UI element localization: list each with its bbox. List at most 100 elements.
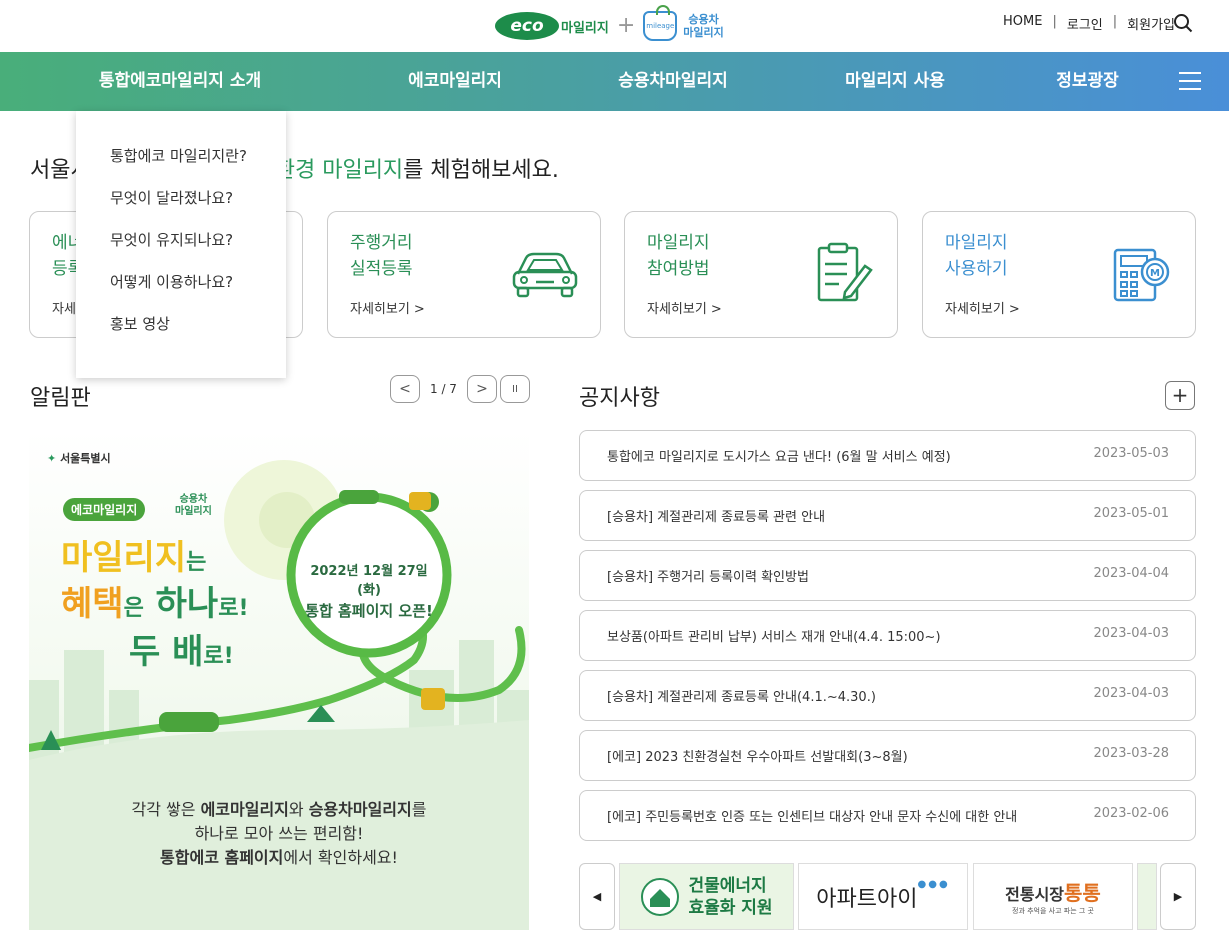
pause-button[interactable]: II: [499, 375, 530, 403]
dropdown-item-promo-video[interactable]: 홍보 영상: [76, 313, 286, 355]
card-title: 주행거리 실적등록: [350, 233, 413, 279]
partner-apartment-i[interactable]: 아파트아이 ●●●: [798, 863, 968, 930]
search-icon[interactable]: [1173, 13, 1193, 33]
notice-date: 2023-04-03: [1093, 626, 1169, 641]
dropdown-item-how-to-use[interactable]: 어떻게 이용하나요?: [76, 271, 286, 313]
notice-title-text: 통합에코 마일리지로 도시가스 요금 낸다! (6월 말 서비스 예정): [607, 450, 951, 465]
slogan-mileage: 마일리지: [61, 538, 187, 578]
notice-title-text: 보상품(아파트 관리비 납부) 서비스 재개 안내(4.4. 15:00~): [607, 630, 941, 645]
banner-car-logo-line1: 승용차: [179, 494, 208, 505]
top-bar: eco 마일리지 + mileage 승용차 마일리지 HOME | 로그인 |…: [0, 0, 1229, 52]
notice-title-text: [승용차] 주행거리 등록이력 확인방법: [607, 570, 809, 585]
page-indicator: 1 / 7: [430, 382, 457, 396]
card-more-link[interactable]: 자세히보기 >: [350, 298, 425, 317]
logo-plus: +: [616, 13, 636, 38]
notice-row[interactable]: [승용차] 주행거리 등록이력 확인방법 2023-04-04: [579, 550, 1196, 601]
home-link[interactable]: HOME: [1003, 14, 1042, 33]
headline-green: 환경 마일리지: [274, 158, 404, 183]
eco-logo-mark: eco: [495, 12, 559, 40]
dropdown-item-maintained[interactable]: 무엇이 유지되나요?: [76, 229, 286, 271]
banner-car-logo: 승용차 마일리지: [175, 494, 212, 518]
notice-title-text: [에코] 2023 친환경실천 우수아파트 선발대회(3~8월): [607, 750, 908, 765]
notice-date: 2023-03-28: [1093, 746, 1169, 761]
banner-open: 통합 홈페이지 오픈!: [305, 602, 433, 620]
bottom-text: 에서 확인하세요!: [283, 848, 398, 867]
dots-icon: ●●●: [917, 879, 950, 890]
slogan-double: 두 배: [129, 632, 204, 672]
link-separator: |: [1052, 14, 1057, 29]
card-title: 마일리지 사용하기: [945, 233, 1008, 279]
nav-item-car-mileage[interactable]: 승용차마일리지: [598, 52, 748, 111]
banner-slogan-line3: 두 배로!: [129, 632, 234, 677]
notice-more-button[interactable]: +: [1165, 381, 1195, 410]
carousel-prev-button[interactable]: ◀: [579, 863, 615, 930]
notice-title-text: [승용차] 계절관리제 종료등록 안내(4.1.~4.30.): [607, 690, 876, 705]
nav-item-eco-mileage[interactable]: 에코마일리지: [380, 52, 530, 111]
notice-row[interactable]: [승용차] 계절관리제 종료등록 관련 안내 2023-05-01: [579, 490, 1196, 541]
slogan-particle: 로!: [218, 596, 249, 621]
bag-label: mileage: [646, 22, 675, 30]
nav-item-intro[interactable]: 통합에코마일리지 소개: [80, 52, 280, 111]
card-more-link[interactable]: 자세히보기 >: [647, 298, 722, 317]
site-logo[interactable]: eco 마일리지 + mileage 승용차 마일리지: [495, 5, 724, 46]
signup-link[interactable]: 회원가입: [1127, 14, 1175, 33]
banner-bottom-text: 각각 쌓은 에코마일리지와 승용차마일리지를 하나로 모아 쓰는 편리함! 통합…: [29, 798, 529, 870]
dropdown-item-changes[interactable]: 무엇이 달라졌나요?: [76, 187, 286, 229]
bottom-bold: 통합에코 홈페이지: [160, 848, 284, 867]
promo-banner[interactable]: ✦ 서울특별시 에코마일리지 승용차 마일리지 마일리지는 혜택은 하나로! 두…: [29, 430, 529, 930]
prev-button[interactable]: <: [390, 375, 420, 403]
bottom-line2: 하나로 모아 쓰는 편리함!: [194, 824, 364, 843]
card-more-link[interactable]: 자세히보기 >: [945, 298, 1020, 317]
menu-icon[interactable]: [1179, 72, 1201, 90]
slogan-one: 하나: [155, 584, 219, 624]
banner-slogan-line2: 혜택은 하나로!: [61, 584, 249, 629]
notice-title-text: [승용차] 계절관리제 종료등록 관련 안내: [607, 510, 826, 525]
banner-slogan-line1: 마일리지는: [61, 538, 206, 583]
top-links: HOME | 로그인 | 회원가입: [1003, 14, 1175, 33]
eco-logo-text: 마일리지: [561, 20, 609, 36]
card-participation[interactable]: 마일리지 참여방법 자세히보기 >: [624, 211, 898, 338]
car-logo-line1: 승용차: [688, 13, 719, 26]
banner-car-logo-line2: 마일리지: [175, 506, 212, 517]
banner-dash: —: [363, 580, 375, 594]
partner-line1: 전통시장: [1005, 885, 1065, 904]
partner-line1: 건물에너지: [688, 875, 767, 896]
login-link[interactable]: 로그인: [1067, 14, 1103, 33]
bottom-text: 각각 쌓은: [131, 800, 201, 819]
seoul-logo-icon: ✦: [47, 452, 57, 465]
car-logo-line2: 마일리지: [683, 26, 724, 39]
dropdown-item-what-is[interactable]: 통합에코 마일리지란?: [76, 145, 286, 187]
next-button[interactable]: >: [466, 375, 497, 403]
partner-building-energy[interactable]: 건물에너지 효율화 지원: [619, 863, 794, 930]
mileage-bag-icon: mileage: [643, 5, 678, 41]
notice-title: 공지사항: [579, 386, 660, 411]
partner-traditional-market[interactable]: 전통시장통통 정과 추억을 사고 파는 그 곳: [973, 863, 1133, 930]
partner-text: 건물에너지 효율화 지원: [688, 875, 772, 919]
nav-item-mileage-use[interactable]: 마일리지 사용: [820, 52, 970, 111]
bottom-line1: 각각 쌓은 에코마일리지와 승용차마일리지를: [29, 798, 529, 822]
board-title: 알림판: [30, 386, 91, 411]
notice-row[interactable]: [승용차] 계절관리제 종료등록 안내(4.1.~4.30.) 2023-04-0…: [579, 670, 1196, 721]
notice-row[interactable]: [에코] 주민등록번호 인증 또는 인센티브 대상자 안내 문자 수신에 대한 …: [579, 790, 1196, 841]
seoul-logo-text: ✦ 서울특별시: [47, 450, 111, 466]
partner-carousel: ◀ 건물에너지 효율화 지원 아파트아이 ●●● 전통시장통통 정과 추억을 사…: [579, 863, 1196, 930]
intro-dropdown-menu: 통합에코 마일리지란? 무엇이 달라졌나요? 무엇이 유지되나요? 어떻게 이용…: [76, 111, 286, 378]
board-pager: < 1 / 7 > II: [390, 375, 530, 403]
car-mileage-logo-text: 승용차 마일리지: [683, 13, 723, 39]
card-mileage-register[interactable]: 주행거리 실적등록 자세히보기 >: [327, 211, 601, 338]
slogan-benefit: 혜택: [61, 584, 124, 624]
partner-line1: 아파트아이: [816, 886, 918, 912]
city-name: 서울특별시: [60, 452, 111, 465]
carousel-next-button[interactable]: ▶: [1160, 863, 1196, 930]
notice-row[interactable]: 통합에코 마일리지로 도시가스 요금 낸다! (6월 말 서비스 예정) 2023…: [579, 430, 1196, 481]
notice-date: 2023-04-04: [1093, 566, 1169, 581]
notice-row[interactable]: 보상품(아파트 관리비 납부) 서비스 재개 안내(4.4. 15:00~) 20…: [579, 610, 1196, 661]
card-title: 마일리지 참여방법: [647, 233, 710, 279]
nav-item-info-square[interactable]: 정보광장: [1030, 52, 1145, 111]
card-use-mileage[interactable]: 마일리지 사용하기 자세히보기 > M: [922, 211, 1196, 338]
notice-row[interactable]: [에코] 2023 친환경실천 우수아파트 선발대회(3~8월) 2023-03-…: [579, 730, 1196, 781]
partner-sub: 정과 추억을 사고 파는 그 곳: [1012, 907, 1094, 915]
slogan-particle: 는: [186, 550, 207, 575]
partner-partial[interactable]: [1137, 863, 1157, 930]
headline-suffix: 를 체험해보세요.: [403, 158, 559, 183]
